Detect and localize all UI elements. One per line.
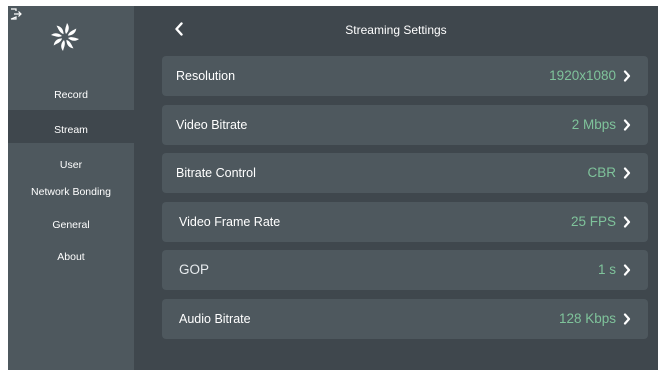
setting-label: Video Bitrate (176, 118, 248, 132)
setting-label: Bitrate Control (176, 166, 256, 180)
setting-label: Audio Bitrate (179, 312, 251, 326)
chevron-right-icon (623, 167, 631, 179)
setting-value: 128 Kbps (558, 311, 616, 326)
app-window: Record Stream User Network Bonding Gener… (8, 6, 658, 370)
setting-row-video-frame-rate[interactable]: Video Frame Rate 25 FPS (162, 202, 648, 242)
setting-row-gop[interactable]: GOP 1 s (162, 250, 648, 290)
chevron-right-icon (623, 70, 631, 82)
sidebar-item-general[interactable]: General (8, 218, 134, 232)
chevron-right-icon (623, 216, 631, 228)
setting-value: CBR (587, 165, 616, 180)
setting-value: 1920x1080 (549, 68, 616, 83)
sidebar-item-network-bonding[interactable]: Network Bonding (8, 185, 134, 199)
sidebar: Record Stream User Network Bonding Gener… (8, 6, 134, 370)
chevron-right-icon (623, 264, 631, 276)
exit-icon[interactable] (10, 8, 22, 20)
header: Streaming Settings (134, 6, 658, 52)
chevron-right-icon (623, 119, 631, 131)
setting-row-bitrate-control[interactable]: Bitrate Control CBR (162, 153, 648, 193)
page-title: Streaming Settings (345, 23, 447, 37)
setting-label: Resolution (176, 69, 236, 83)
setting-label: GOP (179, 262, 210, 277)
setting-value: 25 FPS (570, 214, 616, 229)
sidebar-item-stream[interactable]: Stream (8, 110, 134, 143)
setting-value: 1 s (597, 262, 616, 277)
sidebar-item-about[interactable]: About (8, 250, 134, 264)
setting-value: 2 Mbps (571, 117, 616, 132)
setting-row-resolution[interactable]: Resolution 1920x1080 (162, 56, 648, 96)
chevron-right-icon (623, 313, 631, 325)
setting-row-audio-bitrate[interactable]: Audio Bitrate 128 Kbps (162, 299, 648, 339)
logo-icon (51, 23, 79, 51)
sidebar-item-user[interactable]: User (8, 158, 134, 172)
setting-row-video-bitrate[interactable]: Video Bitrate 2 Mbps (162, 105, 648, 145)
setting-label: Video Frame Rate (179, 215, 281, 229)
sidebar-item-record[interactable]: Record (8, 88, 134, 102)
